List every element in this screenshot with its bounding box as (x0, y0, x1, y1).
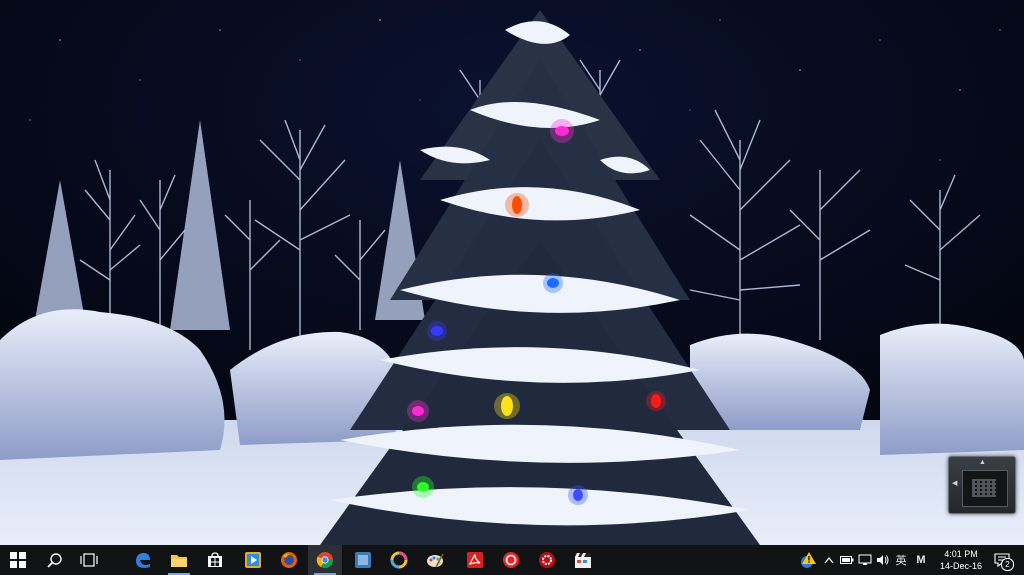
taskbar-app-store[interactable] (198, 545, 232, 575)
taskbar-app-edge[interactable] (126, 545, 160, 575)
arrow-left-icon[interactable]: ◀ (952, 479, 957, 487)
taskbar: 英 M 4:01 PM 14-Dec-16 2 (0, 545, 1024, 575)
taskbar-app-firefox[interactable] (272, 545, 306, 575)
tray-battery[interactable] (838, 545, 856, 575)
desktop-wallpaper[interactable] (0, 0, 1024, 545)
clock-time: 4:01 PM (944, 549, 978, 559)
media-player-icon (245, 552, 261, 568)
ime-language-label: 英 (895, 555, 907, 567)
floating-keyboard-widget[interactable]: ▲ ◀ (948, 456, 1016, 514)
ime-language-indicator[interactable]: 英 (892, 545, 910, 575)
arrow-up-icon[interactable]: ▲ (979, 459, 986, 466)
ime-mode-label: M (916, 554, 926, 566)
taskbar-app-chrome[interactable] (308, 545, 342, 575)
taskbar-app-file-explorer[interactable] (162, 545, 196, 575)
taskbar-app-media-player[interactable] (236, 545, 270, 575)
taskbar-app-ring[interactable] (382, 545, 416, 575)
taskbar-app-paint[interactable] (418, 545, 452, 575)
taskbar-search-button[interactable] (38, 545, 72, 575)
wallpaper-image (0, 0, 1024, 545)
task-view-button[interactable] (72, 545, 106, 575)
windows-start-icon (10, 552, 26, 568)
ring-app-icon (390, 551, 408, 569)
show-hidden-icons-button[interactable] (820, 545, 838, 575)
red-gear-app-icon (539, 552, 555, 568)
battery-icon (840, 556, 854, 564)
task-view-icon (80, 553, 98, 567)
edge-browser-icon (136, 553, 150, 568)
clapperboard-icon (575, 553, 591, 568)
red-round-app-icon (503, 552, 519, 568)
warning-icon (801, 552, 816, 568)
chrome-icon (316, 552, 333, 569)
tray-volume[interactable] (874, 545, 892, 575)
notification-count-badge: 2 (1001, 558, 1014, 571)
paint-palette-icon (427, 553, 444, 568)
taskbar-app-red-badge-1[interactable] (494, 545, 528, 575)
clock-date: 14-Dec-16 (939, 561, 983, 571)
ime-mode-indicator[interactable]: M (912, 545, 930, 575)
network-icon (858, 554, 872, 565)
tray-network[interactable] (856, 545, 874, 575)
chevron-up-icon (824, 556, 834, 564)
search-icon (47, 553, 62, 568)
taskbar-app-blue-square[interactable] (346, 545, 380, 575)
folder-icon (171, 555, 187, 567)
action-center-button[interactable]: 2 (990, 545, 1014, 575)
tray-app-warning[interactable] (796, 545, 820, 575)
acrobat-pdf-icon (467, 552, 483, 568)
blue-square-app-icon (355, 552, 371, 568)
volume-icon (877, 555, 889, 565)
taskbar-app-red-badge-2[interactable] (530, 545, 564, 575)
taskbar-app-video-editor[interactable] (566, 545, 600, 575)
taskbar-clock[interactable]: 4:01 PM 14-Dec-16 (934, 545, 988, 575)
start-button[interactable] (1, 545, 35, 575)
taskbar-app-acrobat[interactable] (458, 545, 492, 575)
keyboard-grid-icon (962, 470, 1008, 507)
store-bag-icon (208, 552, 222, 567)
firefox-icon (281, 552, 297, 568)
